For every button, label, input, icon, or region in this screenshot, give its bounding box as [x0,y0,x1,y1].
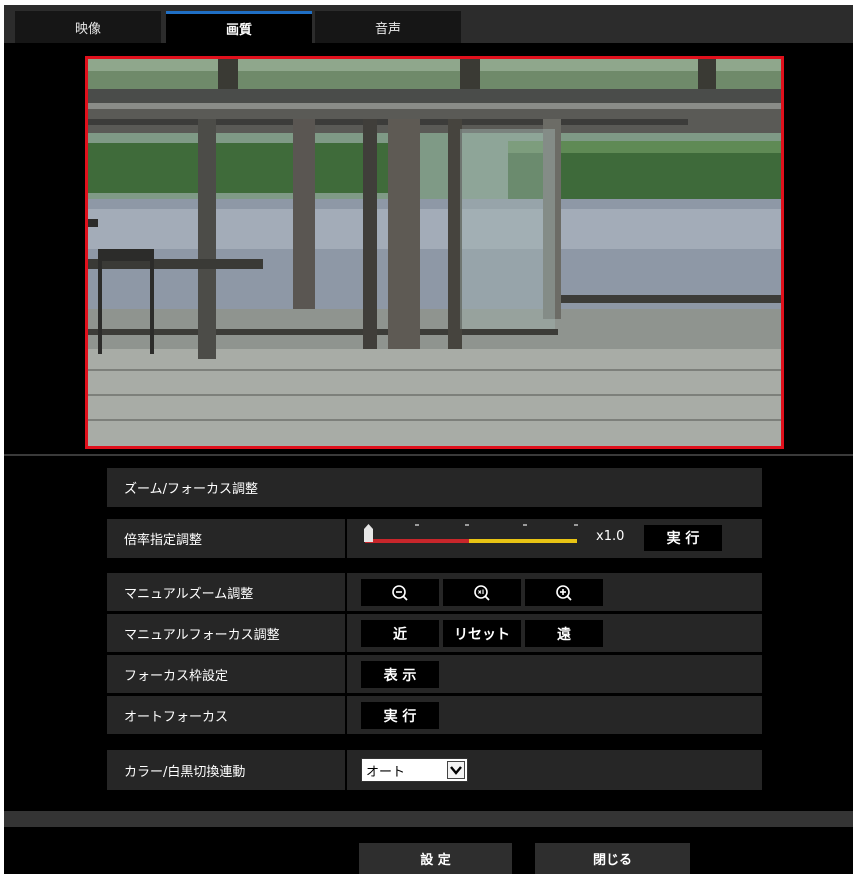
settings-window: 映像 画質 音声 ズーム/フォーカス調整 倍率指定調整 x1.0 実 行 マニュ… [4,5,853,874]
zoom-in-button[interactable] [525,579,603,606]
close-button[interactable]: 閉じる [535,843,690,874]
set-button[interactable]: 設 定 [359,843,512,874]
manual-zoom-label: マニュアルズーム調整 [124,586,254,602]
slider-track-yellow [469,539,577,543]
slider-track-red [365,539,469,543]
zoom-ratio-control: x1.0 実 行 [347,519,762,558]
zoom-ratio-row: 倍率指定調整 x1.0 実 行 [107,519,762,558]
tab-bar: 映像 画質 音声 [4,5,853,43]
auto-focus-control: 実 行 [347,696,762,734]
zoom-out-button[interactable] [361,579,439,606]
zoom-slider-thumb[interactable] [364,524,373,542]
camera-preview[interactable] [85,56,784,449]
color-bw-row: カラー/白黒切換連動 オート [107,750,762,790]
manual-focus-control: 近 リセット 遠 [347,614,762,652]
tab-image-quality-label: 画質 [225,23,252,38]
color-bw-label: カラー/白黒切換連動 [124,764,246,780]
zoom-ratio-value: x1.0 [596,529,625,544]
zoom-out-icon [392,584,408,601]
auto-focus-execute-button[interactable]: 実 行 [361,702,439,729]
slider-tick [523,524,527,526]
zoom-in-icon [556,584,572,601]
tab-audio-label: 音声 [374,21,401,37]
slider-tick [415,524,419,526]
color-bw-selected-value: オート [366,764,406,780]
auto-focus-row: オートフォーカス 実 行 [107,696,762,734]
focus-frame-control: 表 示 [347,655,762,693]
dropdown-arrow[interactable] [447,761,465,779]
zoom-ratio-execute-button[interactable]: 実 行 [644,525,722,551]
camera-image [88,59,781,446]
focus-frame-row: フォーカス枠設定 表 示 [107,655,762,693]
footer-bar [4,811,853,827]
tab-image-quality[interactable]: 画質 [166,11,312,43]
focus-reset-button[interactable]: リセット [443,620,521,647]
focus-frame-label: フォーカス枠設定 [124,668,229,684]
divider [4,454,853,456]
slider-tick [574,524,578,526]
section-title-text: ズーム/フォーカス調整 [124,482,258,497]
focus-far-button[interactable]: 遠 [525,620,603,647]
chevron-down-icon [450,766,462,775]
tab-video-label: 映像 [74,21,101,37]
slider-tick [465,524,469,526]
manual-zoom-row: マニュアルズーム調整 [107,573,762,611]
focus-near-button[interactable]: 近 [361,620,439,647]
manual-focus-label: マニュアルフォーカス調整 [124,627,280,643]
color-bw-control: オート [347,750,762,790]
tab-video[interactable]: 映像 [15,11,161,43]
color-bw-select[interactable]: オート [361,758,468,782]
manual-zoom-control [347,573,762,611]
zoom-reset-button[interactable] [443,579,521,606]
zoom-ratio-label: 倍率指定調整 [124,533,203,548]
focus-frame-show-button[interactable]: 表 示 [361,661,439,688]
tab-audio[interactable]: 音声 [315,11,461,43]
auto-focus-label: オートフォーカス [124,709,229,725]
manual-focus-row: マニュアルフォーカス調整 近 リセット 遠 [107,614,762,652]
zoom-focus-section-title: ズーム/フォーカス調整 [107,468,762,507]
zoom-slider[interactable] [365,539,577,543]
zoom-reset-x1-icon [474,584,490,601]
